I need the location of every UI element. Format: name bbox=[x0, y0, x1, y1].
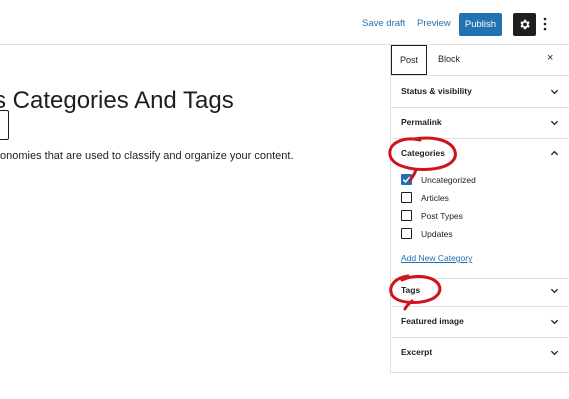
chevron-down-icon bbox=[550, 120, 559, 126]
category-label: Post Types bbox=[421, 211, 463, 221]
panel-categories-header[interactable]: Categories bbox=[391, 138, 569, 169]
chevron-down-icon bbox=[550, 288, 559, 294]
panel-label: Categories bbox=[401, 148, 445, 158]
editor-header: Save draft Preview Publish bbox=[0, 0, 569, 45]
tab-block[interactable]: Block bbox=[438, 54, 460, 64]
close-icon[interactable]: × bbox=[547, 52, 553, 64]
category-item-uncategorized[interactable]: Uncategorized bbox=[401, 174, 551, 186]
panel-label: Excerpt bbox=[401, 347, 433, 357]
post-paragraph[interactable]: onomies that are used to classify and or… bbox=[0, 150, 294, 162]
panel-permalink[interactable]: Permalink bbox=[391, 107, 569, 139]
panel-label: Permalink bbox=[401, 117, 442, 127]
category-label: Updates bbox=[421, 229, 453, 239]
panel-tags[interactable]: Tags bbox=[391, 275, 569, 307]
add-new-category-link[interactable]: Add New Category bbox=[401, 253, 472, 263]
category-label: Uncategorized bbox=[421, 175, 476, 185]
sidebar-tabs: Post Block × bbox=[391, 45, 569, 76]
category-label: Articles bbox=[421, 193, 449, 203]
publish-button[interactable]: Publish bbox=[459, 13, 502, 36]
panel-status-visibility[interactable]: Status & visibility bbox=[391, 76, 569, 108]
category-item-articles[interactable]: Articles bbox=[401, 192, 551, 204]
category-item-updates[interactable]: Updates bbox=[401, 228, 551, 240]
block-placeholder[interactable] bbox=[0, 110, 9, 140]
panel-label: Status & visibility bbox=[401, 86, 472, 96]
chevron-down-icon bbox=[550, 350, 559, 356]
preview-button[interactable]: Preview bbox=[417, 18, 451, 29]
save-draft-button[interactable]: Save draft bbox=[362, 18, 405, 29]
kebab-menu-icon bbox=[543, 17, 547, 31]
panel-label: Tags bbox=[401, 285, 421, 295]
checkbox[interactable] bbox=[401, 192, 412, 203]
chevron-up-icon bbox=[550, 150, 559, 156]
checkbox[interactable] bbox=[401, 210, 412, 221]
panel-featured-image[interactable]: Featured image bbox=[391, 306, 569, 338]
panel-label: Featured image bbox=[401, 316, 464, 326]
checkmark-icon bbox=[402, 176, 411, 183]
checkbox[interactable] bbox=[401, 228, 412, 239]
category-item-post-types[interactable]: Post Types bbox=[401, 210, 551, 222]
chevron-down-icon bbox=[550, 319, 559, 325]
checkbox[interactable] bbox=[401, 174, 412, 185]
settings-button[interactable] bbox=[513, 13, 536, 36]
chevron-down-icon bbox=[550, 89, 559, 95]
tab-post[interactable]: Post bbox=[391, 45, 427, 75]
post-title[interactable]: s Categories And Tags bbox=[0, 87, 234, 115]
settings-sidebar: Post Block × Status & visibility Permali… bbox=[390, 45, 569, 373]
panel-excerpt[interactable]: Excerpt bbox=[391, 337, 569, 368]
gear-icon bbox=[520, 19, 530, 30]
options-menu-button[interactable] bbox=[541, 16, 549, 32]
